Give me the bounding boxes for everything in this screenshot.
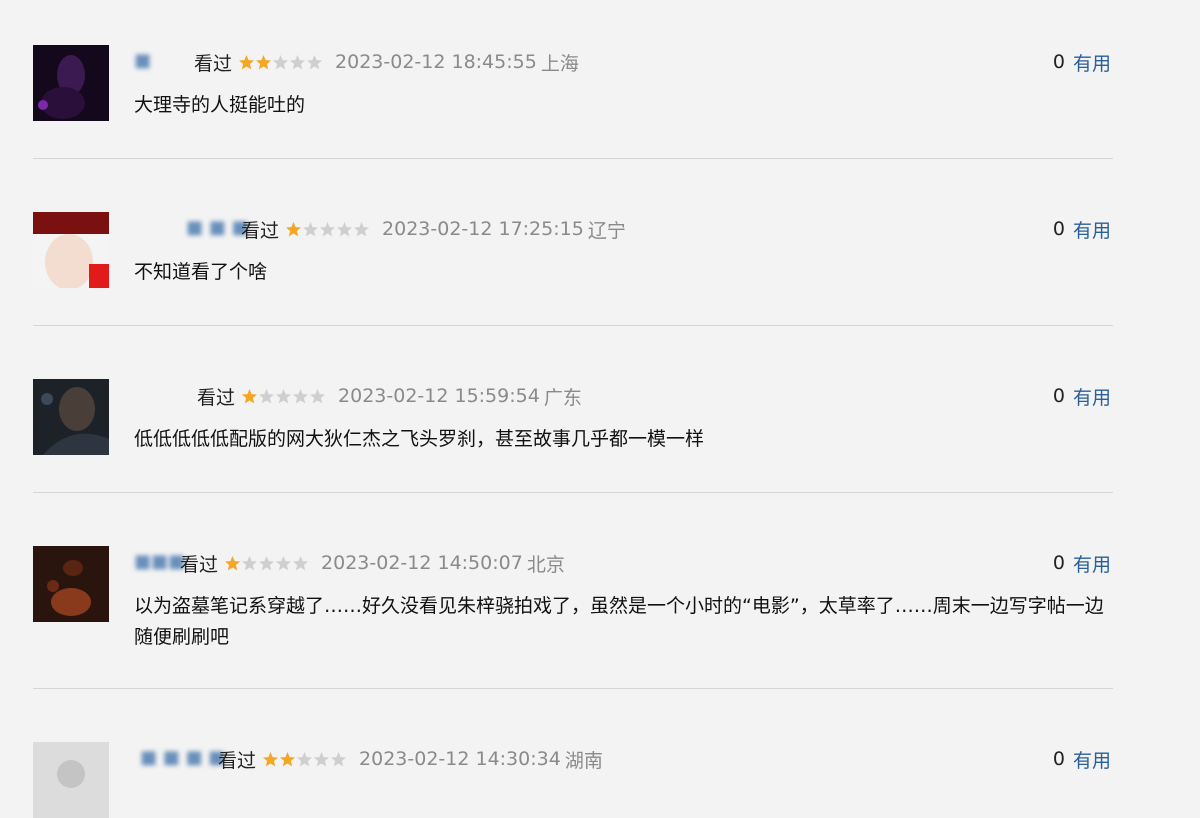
star-empty-icon bbox=[293, 555, 309, 570]
username[interactable]: ■ ■ ■ bbox=[186, 217, 248, 239]
star-filled-icon bbox=[263, 751, 279, 766]
avatar[interactable] bbox=[33, 212, 109, 288]
comment-meta: 看过 2023-02-12 14:50:07 北京 bbox=[180, 551, 565, 576]
star-empty-icon bbox=[354, 221, 370, 236]
useful-button[interactable]: 有用 bbox=[1073, 746, 1111, 773]
useful-button[interactable]: 有用 bbox=[1073, 49, 1111, 76]
watch-status: 看过 bbox=[241, 219, 280, 242]
comment-location: 上海 bbox=[540, 52, 579, 75]
star-empty-icon bbox=[273, 54, 289, 69]
comment-text: 以为盗墓笔记系穿越了……好久没看见朱梓骁拍戏了，虽然是一个小时的“电影”，太草率… bbox=[134, 595, 1104, 648]
star-filled-icon bbox=[225, 555, 241, 570]
rating-stars bbox=[241, 388, 326, 405]
comment-meta: 看过 2023-02-12 14:30:34 湖南 bbox=[218, 747, 603, 772]
username[interactable]: ■■■ bbox=[134, 551, 185, 573]
vote-area: 0 有用 bbox=[1052, 550, 1111, 577]
star-empty-icon bbox=[331, 751, 347, 766]
rating-stars bbox=[262, 751, 347, 768]
star-empty-icon bbox=[314, 751, 330, 766]
rating-stars bbox=[238, 54, 323, 71]
comment-location: 湖南 bbox=[564, 749, 603, 772]
comment-meta: 看过 2023-02-12 17:25:15 辽宁 bbox=[241, 217, 626, 242]
star-empty-icon bbox=[276, 388, 292, 403]
star-empty-icon bbox=[310, 388, 326, 403]
comment-text: 大理寺的人挺能吐的 bbox=[134, 94, 306, 116]
vote-count: 0 bbox=[1052, 51, 1065, 73]
star-empty-icon bbox=[303, 221, 319, 236]
star-empty-icon bbox=[307, 54, 323, 69]
vote-area: 0 有用 bbox=[1052, 746, 1111, 773]
watch-status: 看过 bbox=[180, 553, 219, 576]
comment-meta: 看过 2023-02-12 18:45:55 上海 bbox=[194, 50, 579, 75]
comment-time: 2023-02-12 15:59:54 bbox=[338, 385, 540, 407]
divider bbox=[33, 492, 1113, 493]
comment-time: 2023-02-12 14:50:07 bbox=[321, 552, 523, 574]
useful-button[interactable]: 有用 bbox=[1073, 383, 1111, 410]
comment-text: 不知道看了个啥 bbox=[134, 261, 268, 283]
username[interactable]: ■ ■ ■ ■ bbox=[140, 747, 225, 769]
useful-button[interactable]: 有用 bbox=[1073, 550, 1111, 577]
star-empty-icon bbox=[259, 555, 275, 570]
star-empty-icon bbox=[242, 555, 258, 570]
star-empty-icon bbox=[276, 555, 292, 570]
comment-location: 北京 bbox=[526, 553, 565, 576]
useful-button[interactable]: 有用 bbox=[1073, 216, 1111, 243]
vote-area: 0 有用 bbox=[1052, 383, 1111, 410]
star-filled-icon bbox=[242, 388, 258, 403]
divider bbox=[33, 158, 1113, 159]
avatar[interactable] bbox=[33, 45, 109, 121]
username[interactable]: ■ bbox=[134, 50, 151, 72]
star-filled-icon bbox=[256, 54, 272, 69]
comment-time: 2023-02-12 17:25:15 bbox=[382, 218, 584, 240]
divider bbox=[33, 325, 1113, 326]
vote-count: 0 bbox=[1052, 552, 1065, 574]
star-empty-icon bbox=[297, 751, 313, 766]
star-empty-icon bbox=[290, 54, 306, 69]
watch-status: 看过 bbox=[218, 749, 257, 772]
star-empty-icon bbox=[320, 221, 336, 236]
comment-time: 2023-02-12 18:45:55 bbox=[335, 51, 537, 73]
star-filled-icon bbox=[286, 221, 302, 236]
avatar[interactable] bbox=[33, 742, 109, 818]
star-empty-icon bbox=[259, 388, 275, 403]
vote-area: 0 有用 bbox=[1052, 216, 1111, 243]
rating-stars bbox=[224, 555, 309, 572]
star-filled-icon bbox=[239, 54, 255, 69]
star-empty-icon bbox=[337, 221, 353, 236]
avatar[interactable] bbox=[33, 546, 109, 622]
comment-location: 辽宁 bbox=[587, 219, 626, 242]
comment-time: 2023-02-12 14:30:34 bbox=[359, 748, 561, 770]
watch-status: 看过 bbox=[197, 386, 236, 409]
rating-stars bbox=[285, 221, 370, 238]
divider bbox=[33, 688, 1113, 689]
vote-count: 0 bbox=[1052, 385, 1065, 407]
vote-count: 0 bbox=[1052, 218, 1065, 240]
vote-count: 0 bbox=[1052, 748, 1065, 770]
vote-area: 0 有用 bbox=[1052, 49, 1111, 76]
comment-meta: 看过 2023-02-12 15:59:54 广东 bbox=[197, 384, 582, 409]
avatar[interactable] bbox=[33, 379, 109, 455]
star-filled-icon bbox=[280, 751, 296, 766]
watch-status: 看过 bbox=[194, 52, 233, 75]
comment-text: 低低低低低配版的网大狄仁杰之飞头罗刹，甚至故事几乎都一模一样 bbox=[134, 428, 705, 450]
star-empty-icon bbox=[293, 388, 309, 403]
comment-location: 广东 bbox=[543, 386, 582, 409]
